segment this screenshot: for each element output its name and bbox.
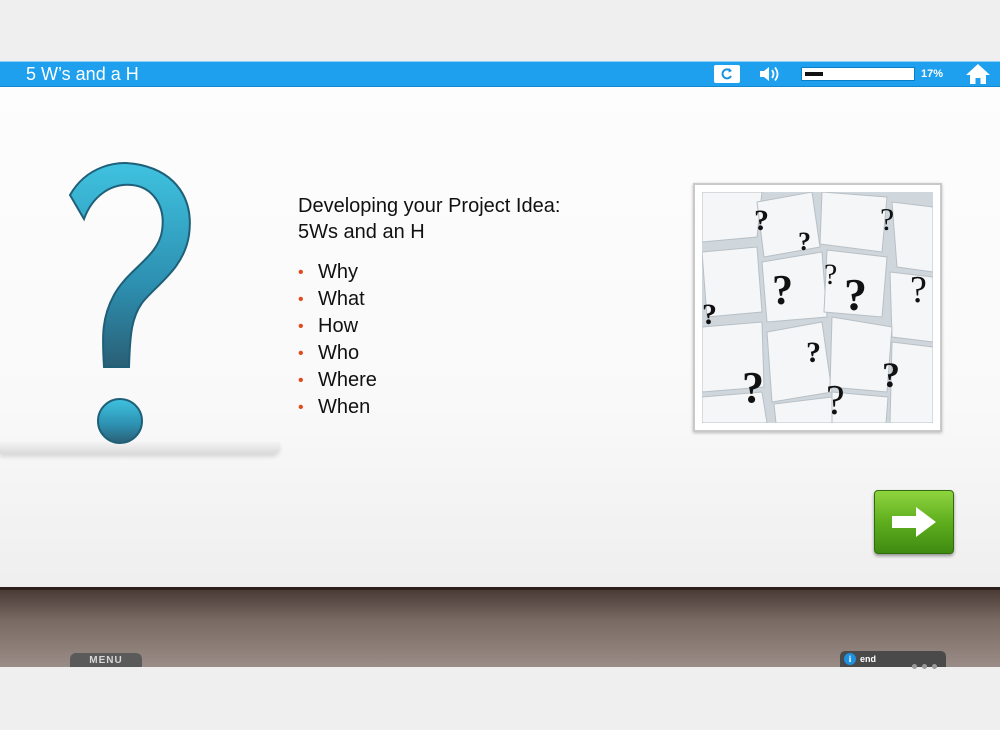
bullet-dot-icon: • [298, 291, 304, 308]
question-marks-image: ? ? ? ? ? ? ? ? ? ? ? ? [693, 183, 942, 432]
info-bar: i end [840, 651, 946, 669]
svg-text:?: ? [910, 269, 927, 311]
list-item: • Who [298, 340, 377, 367]
speaker-icon [760, 66, 779, 82]
slide-heading: Developing your Project Idea: 5Ws and an… [298, 193, 560, 245]
bullet-dot-icon: • [298, 399, 304, 416]
bullet-dot-icon: • [298, 318, 304, 335]
svg-text:?: ? [880, 201, 894, 237]
slide-dots [912, 656, 942, 674]
volume-button[interactable] [758, 64, 784, 89]
svg-text:?: ? [882, 355, 900, 395]
dot-icon [922, 664, 927, 669]
svg-text:?: ? [826, 378, 845, 423]
progress-percent: 17% [921, 68, 944, 80]
home-icon [966, 64, 990, 84]
list-item: • Where [298, 367, 377, 394]
replay-icon [721, 68, 732, 80]
svg-text:?: ? [702, 298, 717, 331]
right-arrow-icon [892, 507, 936, 537]
list-item: • When [298, 394, 377, 421]
bullet-dot-icon: • [298, 345, 304, 362]
menu-button[interactable]: MENU [70, 653, 142, 667]
list-item-label: When [318, 396, 371, 418]
svg-text:?: ? [798, 227, 811, 256]
svg-text:?: ? [742, 363, 764, 412]
dot-icon [932, 664, 937, 669]
svg-text:?: ? [772, 268, 793, 314]
list-item-label: Where [318, 369, 377, 391]
question-list: • Why • What • How • Who • Where • When [298, 259, 377, 421]
heading-line-2: 5Ws and an H [298, 221, 425, 243]
svg-text:?: ? [844, 269, 867, 320]
question-cards-illustration: ? ? ? ? ? ? ? ? ? ? ? ? [702, 192, 933, 423]
heading-line-1: Developing your Project Idea: [298, 195, 561, 217]
info-icon[interactable]: i [844, 653, 856, 665]
bullet-dot-icon: • [298, 264, 304, 281]
list-item-label: How [318, 315, 359, 337]
svg-text:?: ? [806, 336, 821, 369]
info-label: end [860, 654, 877, 664]
list-item: • What [298, 286, 377, 313]
question-mark-icon [68, 162, 191, 444]
progress-fill [805, 72, 823, 76]
list-item-label: Why [318, 261, 358, 283]
slide-stage: Developing your Project Idea: 5Ws and an… [0, 87, 1000, 667]
list-item-label: Who [318, 342, 360, 364]
bullet-dot-icon: • [298, 372, 304, 389]
list-item-label: What [318, 288, 365, 310]
top-bar: 5 W’s and a H 17% [0, 61, 1000, 87]
svg-text:?: ? [754, 204, 769, 237]
dot-icon [912, 664, 917, 669]
lesson-title: 5 W’s and a H [26, 64, 139, 84]
progress-bar [801, 67, 915, 81]
next-button[interactable] [874, 490, 954, 554]
list-item: • Why [298, 259, 377, 286]
replay-button[interactable] [714, 65, 740, 83]
list-item: • How [298, 313, 377, 340]
svg-text:?: ? [824, 258, 837, 291]
